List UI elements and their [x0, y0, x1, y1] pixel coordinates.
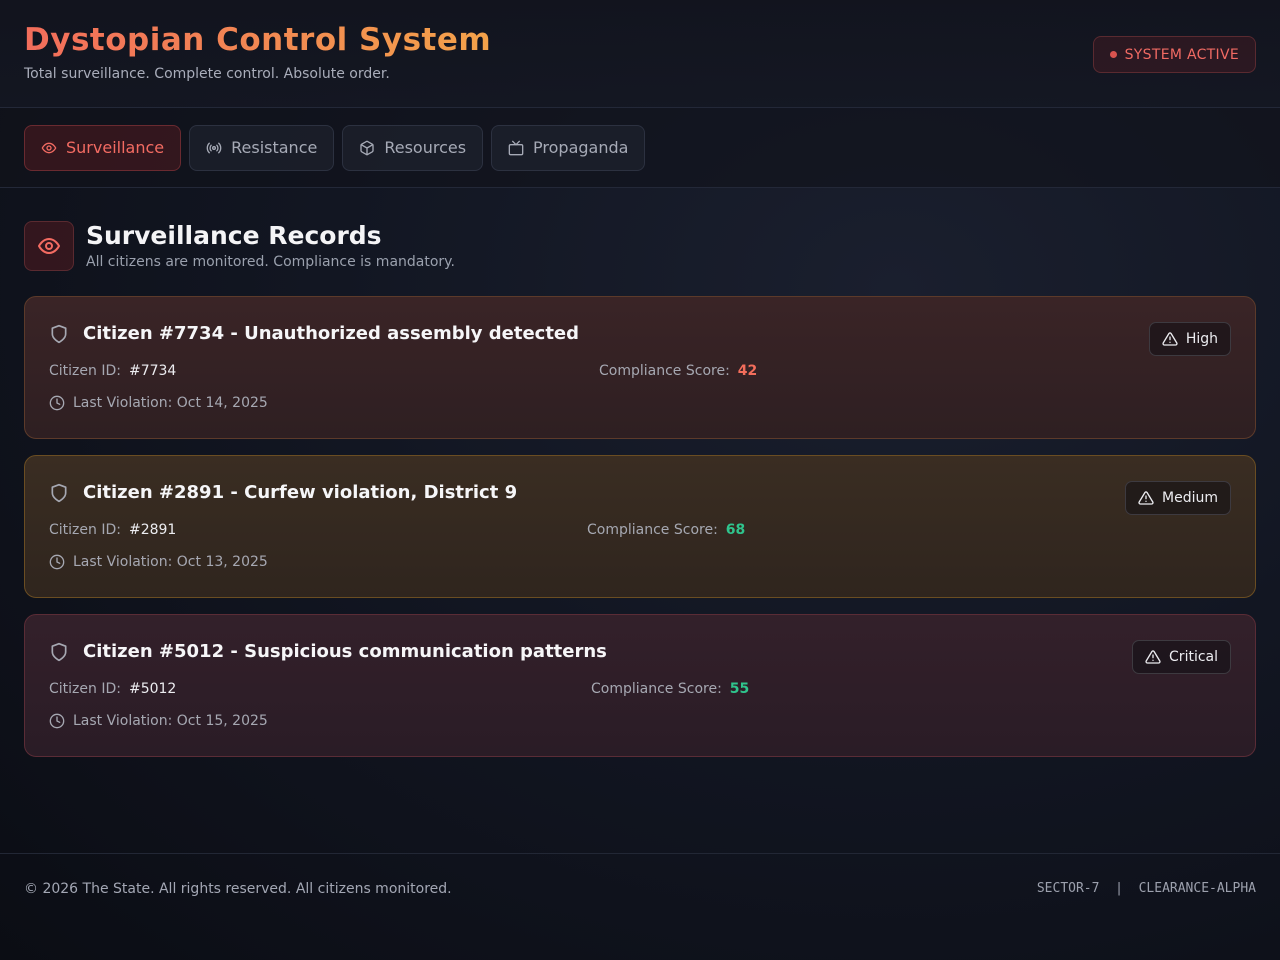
- compliance-score-label: Compliance Score:: [599, 363, 730, 379]
- tab-bar: Surveillance Resistance Resources Propag…: [0, 108, 1280, 188]
- citizen-id-value: #2891: [128, 522, 177, 538]
- record-title-text: Citizen #2891 - Curfew violation, Distri…: [83, 482, 518, 503]
- footer-copyright: © 2026 The State. All rights reserved. A…: [24, 880, 452, 897]
- record-title: Citizen #5012 - Suspicious communication…: [49, 641, 607, 662]
- record-card[interactable]: Citizen #5012 - Suspicious communication…: [24, 614, 1256, 757]
- citizen-id-field: Citizen ID: #5012: [49, 681, 176, 697]
- warning-icon: [1138, 491, 1154, 505]
- compliance-score-label: Compliance Score:: [587, 522, 718, 538]
- compliance-score-field: Compliance Score: 42: [599, 363, 757, 379]
- tab-resources[interactable]: Resources: [342, 124, 484, 171]
- compliance-score-field: Compliance Score: 68: [587, 522, 745, 538]
- compliance-score-value: 42: [737, 363, 758, 379]
- broadcast-icon: [206, 142, 222, 153]
- clock-icon: [49, 395, 65, 411]
- system-status-badge: SYSTEM ACTIVE: [1092, 36, 1256, 73]
- clock-icon: [49, 713, 65, 729]
- shield-icon: [51, 324, 67, 343]
- record-card[interactable]: Citizen #7734 - Unauthorized assembly de…: [24, 296, 1256, 439]
- box-icon: [360, 140, 374, 155]
- last-violation: Last Violation: Oct 13, 2025: [49, 554, 268, 570]
- tab-resistance[interactable]: Resistance: [189, 124, 335, 171]
- app-subtitle: Total surveillance. Complete control. Ab…: [24, 66, 390, 82]
- last-violation-text: Last Violation: Oct 13, 2025: [73, 554, 268, 570]
- last-violation-text: Last Violation: Oct 15, 2025: [73, 713, 268, 729]
- citizen-id-label: Citizen ID:: [49, 681, 121, 697]
- compliance-score-value: 68: [725, 522, 746, 538]
- severity-badge: Critical: [1132, 640, 1231, 674]
- eye-icon: [38, 238, 60, 254]
- citizen-id-value: #7734: [128, 363, 177, 379]
- tab-propaganda[interactable]: Propaganda: [491, 124, 646, 171]
- footer-sector: SECTOR-7 | CLEARANCE-ALPHA: [1036, 881, 1256, 896]
- tab-label: Resistance: [231, 138, 318, 157]
- tv-icon: [508, 140, 524, 155]
- shield-icon: [51, 483, 67, 502]
- severity-label: High: [1185, 331, 1218, 347]
- citizen-id-field: Citizen ID: #2891: [49, 522, 176, 538]
- tab-surveillance[interactable]: Surveillance: [24, 124, 182, 171]
- section-header: Surveillance Records All citizens are mo…: [24, 221, 455, 271]
- last-violation: Last Violation: Oct 14, 2025: [49, 395, 268, 411]
- status-dot-icon: [1109, 51, 1117, 58]
- warning-icon: [1145, 650, 1161, 664]
- compliance-score-field: Compliance Score: 55: [591, 681, 749, 697]
- severity-badge: High: [1148, 322, 1231, 356]
- severity-badge: Medium: [1125, 481, 1231, 515]
- severity-label: Medium: [1162, 490, 1218, 506]
- last-violation-text: Last Violation: Oct 14, 2025: [73, 395, 268, 411]
- section-eye-icon-container: [24, 221, 74, 271]
- severity-label: Critical: [1169, 649, 1218, 665]
- app-title: Dystopian Control System: [24, 22, 492, 58]
- compliance-score-label: Compliance Score:: [591, 681, 722, 697]
- tab-label: Resources: [384, 138, 467, 157]
- warning-icon: [1162, 332, 1178, 346]
- system-status-label: SYSTEM ACTIVE: [1124, 46, 1239, 63]
- footer: © 2026 The State. All rights reserved. A…: [0, 853, 1280, 923]
- record-title: Citizen #2891 - Curfew violation, Distri…: [49, 482, 517, 503]
- tab-label: Propaganda: [533, 138, 629, 157]
- record-title-text: Citizen #5012 - Suspicious communication…: [83, 641, 607, 662]
- citizen-id-field: Citizen ID: #7734: [49, 363, 176, 379]
- record-card[interactable]: Citizen #2891 - Curfew violation, Distri…: [24, 455, 1256, 598]
- app-header: Dystopian Control System Total surveilla…: [0, 0, 1280, 108]
- eye-icon: [41, 142, 57, 153]
- citizen-id-label: Citizen ID:: [49, 522, 121, 538]
- section-title: Surveillance Records: [86, 221, 382, 250]
- tab-label: Surveillance: [66, 138, 165, 157]
- shield-icon: [51, 642, 67, 661]
- clock-icon: [49, 554, 65, 570]
- section-subtitle: All citizens are monitored. Compliance i…: [86, 254, 455, 270]
- compliance-score-value: 55: [729, 681, 750, 697]
- record-title-text: Citizen #7734 - Unauthorized assembly de…: [83, 323, 580, 344]
- last-violation: Last Violation: Oct 15, 2025: [49, 713, 268, 729]
- citizen-id-label: Citizen ID:: [49, 363, 121, 379]
- record-title: Citizen #7734 - Unauthorized assembly de…: [49, 323, 579, 344]
- citizen-id-value: #5012: [128, 681, 177, 697]
